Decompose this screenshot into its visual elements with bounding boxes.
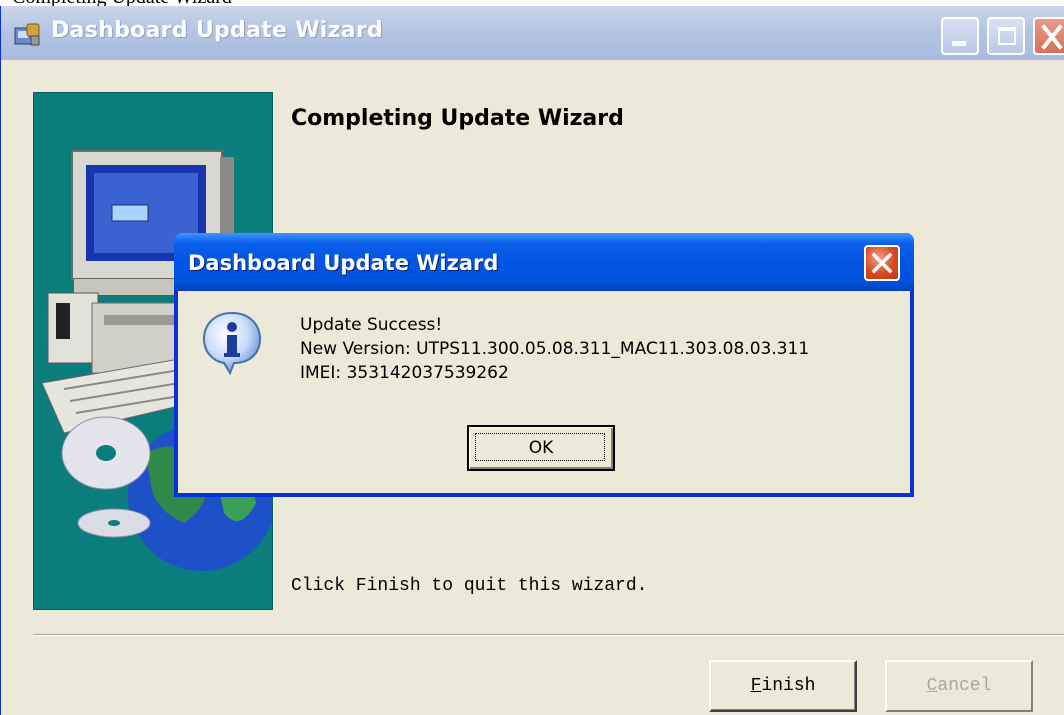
focus-rect	[475, 433, 605, 461]
dialog-line-status: Update Success!	[300, 315, 443, 335]
finish-accelerator: F	[750, 676, 762, 696]
cancel-accelerator: C	[926, 676, 938, 696]
dialog-line-version: New Version: UTPS11.300.05.08.311_MAC11.…	[300, 339, 810, 359]
close-icon	[1041, 24, 1063, 50]
separator	[33, 634, 1064, 636]
wizard-heading: Completing Update Wizard	[291, 106, 624, 131]
ok-button[interactable]: OK	[467, 425, 615, 471]
info-icon	[202, 311, 262, 375]
dialog-title: Dashboard Update Wizard	[188, 251, 499, 275]
cancel-button[interactable]: Cancel	[885, 660, 1033, 712]
setup-app-icon	[14, 23, 40, 46]
maximize-icon	[998, 27, 1016, 45]
dialog-close-button[interactable]	[864, 245, 900, 281]
cancel-label: ancel	[937, 676, 992, 696]
finish-label: inish	[761, 676, 816, 696]
dialog-message: Update Success! New Version: UTPS11.300.…	[300, 313, 809, 385]
wizard-titlebar[interactable]: Dashboard Update Wizard	[1, 6, 1064, 60]
window-title: Dashboard Update Wizard	[51, 18, 384, 43]
close-icon	[871, 252, 893, 274]
minimize-icon	[952, 41, 966, 46]
dialog-line-imei: IMEI: 353142037539262	[300, 363, 509, 383]
minimize-button[interactable]	[941, 17, 979, 55]
message-dialog: Dashboard Update Wizard Update Success! …	[174, 233, 914, 497]
close-button[interactable]	[1033, 17, 1064, 55]
dialog-titlebar[interactable]: Dashboard Update Wizard	[174, 233, 914, 291]
wizard-instruction: Click Finish to quit this wizard.	[291, 576, 648, 596]
finish-button[interactable]: Finish	[709, 660, 857, 712]
dialog-body: Update Success! New Version: UTPS11.300.…	[178, 291, 910, 493]
maximize-button[interactable]	[987, 17, 1025, 55]
